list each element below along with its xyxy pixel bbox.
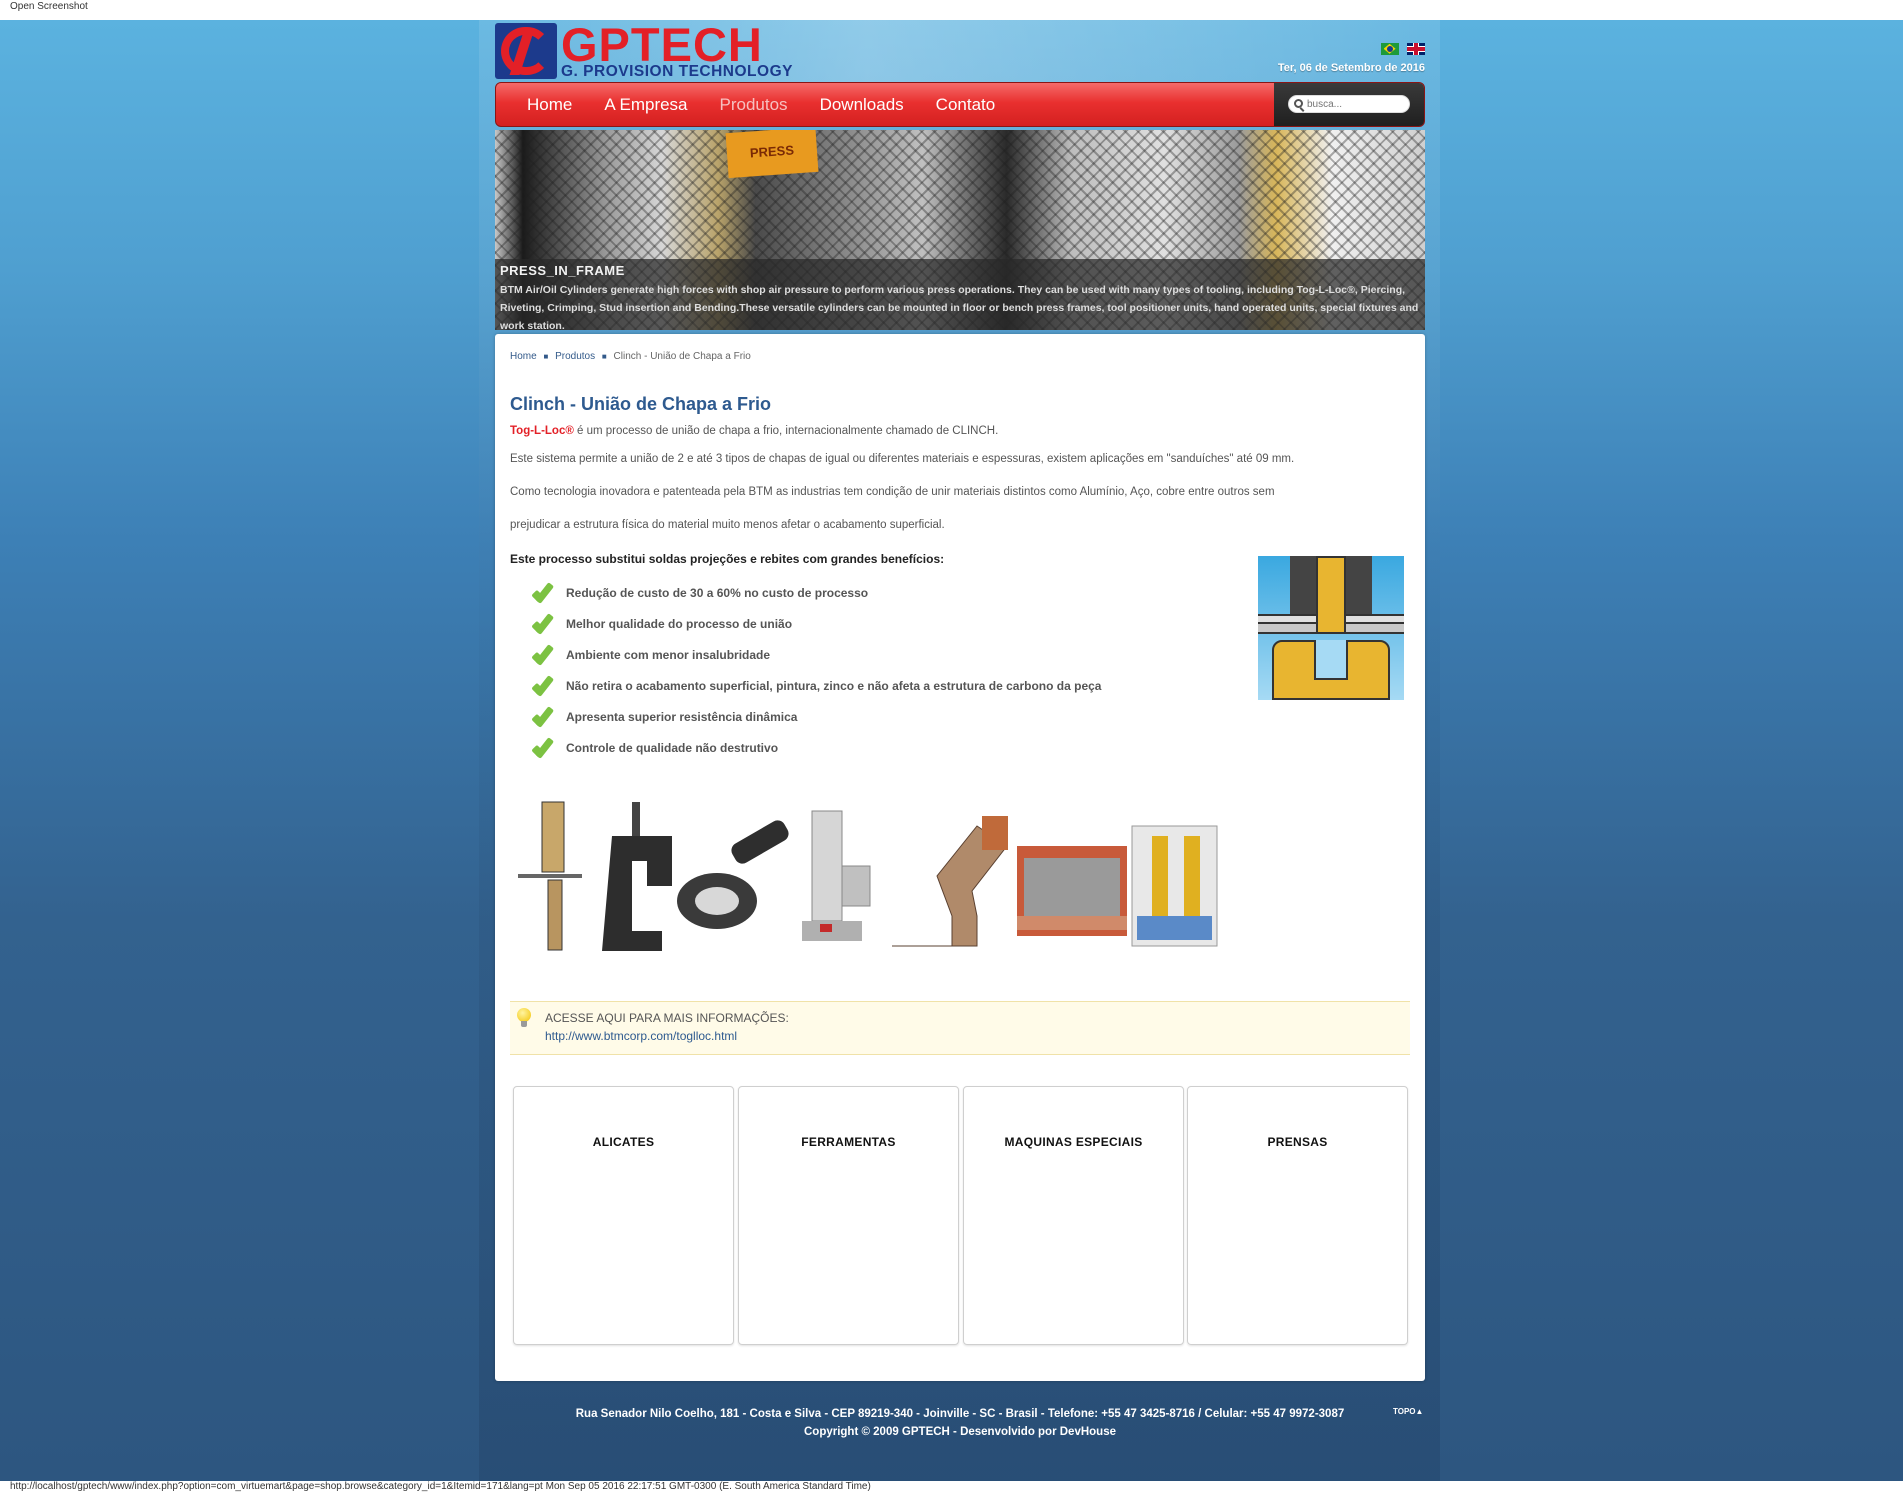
checkmark-icon: [530, 705, 556, 729]
category-maquinas-especiais[interactable]: MAQUINAS ESPECIAIS: [963, 1086, 1184, 1345]
nav-item-produtos[interactable]: Produtos: [704, 83, 804, 126]
status-bar-url: http://localhost/gptech/www/index.php?op…: [0, 1481, 1903, 1493]
checkmark-icon: [530, 736, 556, 760]
benefit-item: Ambiente com menor insalubridade: [530, 642, 770, 668]
window-title-bar: Open Screenshot: [0, 0, 1903, 20]
category-label: FERRAMENTAS: [801, 1135, 896, 1149]
breadcrumb-separator-icon: ■: [601, 352, 607, 361]
nav-item-home[interactable]: Home: [511, 83, 588, 126]
benefit-text: Melhor qualidade do processo de união: [566, 617, 793, 631]
search-area: [1274, 83, 1424, 126]
main-content: Home ■ Produtos ■ Clinch - União de Chap…: [495, 334, 1425, 1381]
products-image: [518, 801, 1218, 951]
footer-copyright: Copyright © 2009 GPTECH - Desenvolvido p…: [803, 1426, 1116, 1438]
benefit-item: Controle de qualidade não destrutivo: [530, 735, 778, 761]
breadcrumb-home[interactable]: Home: [510, 351, 537, 362]
site-logo[interactable]: GPTECH G. PROVISION TECHNOLOGY: [495, 18, 795, 81]
paragraph-3: prejudicar a estrutura física do materia…: [510, 519, 945, 531]
info-link[interactable]: http://www.btmcorp.com/toglloc.html: [545, 1029, 737, 1043]
back-to-top-link[interactable]: TOPO▲: [1393, 1407, 1423, 1416]
clinch-diagram-image: [1258, 556, 1404, 700]
products-image-strip: [512, 796, 1222, 956]
nav-item-contato[interactable]: Contato: [920, 83, 1012, 126]
header-date: Ter, 06 de Setembro de 2016: [1277, 62, 1425, 74]
nav-item-empresa[interactable]: A Empresa: [588, 83, 703, 126]
page-title: Clinch - União de Chapa a Frio: [510, 394, 772, 414]
banner-caption: PRESS_IN_FRAME BTM Air/Oil Cylinders gen…: [495, 259, 1425, 330]
benefit-item: Não retira o acabamento superficial, pin…: [530, 673, 1101, 699]
brand-name: Tog-L-Loc®: [510, 425, 574, 437]
category-alicates[interactable]: ALICATES: [513, 1086, 734, 1345]
paragraph-1: Este sistema permite a união de 2 e até …: [510, 453, 1295, 465]
banner-text: BTM Air/Oil Cylinders generate high forc…: [500, 284, 1419, 330]
category-label: PRENSAS: [1267, 1135, 1328, 1149]
search-icon: [1294, 99, 1303, 108]
info-box: ACESSE AQUI PARA MAIS INFORMAÇÕES: http:…: [510, 1001, 1410, 1055]
brazil-flag-icon[interactable]: [1380, 42, 1399, 55]
benefit-text: Apresenta superior resistência dinâmica: [566, 710, 798, 724]
breadcrumb-separator-icon: ■: [543, 352, 549, 361]
logo-subtitle: G. PROVISION TECHNOLOGY: [561, 63, 793, 80]
checkmark-icon: [530, 674, 556, 698]
banner-title: PRESS_IN_FRAME: [500, 263, 625, 278]
benefit-text: Não retira o acabamento superficial, pin…: [566, 679, 1102, 693]
category-prensas[interactable]: PRENSAS: [1187, 1086, 1408, 1345]
checkmark-icon: [530, 643, 556, 667]
footer-address: Rua Senador Nilo Coelho, 181 - Costa e S…: [575, 1408, 1345, 1420]
language-switcher: [1377, 40, 1425, 58]
paragraph-2: Como tecnologia inovadora e patenteada p…: [510, 486, 1275, 498]
banner-press-sign: PRESS: [725, 130, 819, 179]
intro-paragraph: Tog-L-Loc® é um processo de união de cha…: [510, 425, 998, 437]
lightbulb-icon: [516, 1008, 532, 1028]
category-ferramentas[interactable]: FERRAMENTAS: [738, 1086, 959, 1345]
checkmark-icon: [530, 581, 556, 605]
main-navigation: Home A Empresa Produtos Downloads Contat…: [495, 82, 1425, 127]
benefit-text: Controle de qualidade não destrutivo: [566, 741, 779, 755]
site-header: GPTECH G. PROVISION TECHNOLOGY Ter, 06 d…: [495, 18, 1425, 82]
benefit-item: Apresenta superior resistência dinâmica: [530, 704, 797, 730]
breadcrumb-current: Clinch - União de Chapa a Frio: [613, 351, 751, 362]
benefit-item: Melhor qualidade do processo de união: [530, 611, 792, 637]
benefit-text: Ambiente com menor insalubridade: [566, 648, 771, 662]
intro-text: é um processo de união de chapa a frio, …: [573, 425, 999, 437]
search-input[interactable]: [1288, 95, 1410, 113]
benefit-item: Redução de custo de 30 a 60% no custo de…: [530, 580, 868, 606]
checkmark-icon: [530, 612, 556, 636]
benefit-text: Redução de custo de 30 a 60% no custo de…: [566, 586, 869, 600]
benefits-title: Este processo substitui soldas projeções…: [510, 552, 945, 566]
breadcrumb: Home ■ Produtos ■ Clinch - União de Chap…: [510, 351, 751, 362]
breadcrumb-produtos[interactable]: Produtos: [555, 351, 595, 362]
uk-flag-icon[interactable]: [1407, 42, 1425, 55]
info-title: ACESSE AQUI PARA MAIS INFORMAÇÕES:: [545, 1011, 789, 1025]
category-label: MAQUINAS ESPECIAIS: [1004, 1135, 1143, 1149]
site-footer: Rua Senador Nilo Coelho, 181 - Costa e S…: [495, 1405, 1425, 1441]
nav-item-downloads[interactable]: Downloads: [804, 83, 920, 126]
hero-banner[interactable]: PRESS PRESS_IN_FRAME BTM Air/Oil Cylinde…: [495, 130, 1425, 330]
category-label: ALICATES: [592, 1135, 655, 1149]
logo-mark-icon: [495, 23, 557, 79]
